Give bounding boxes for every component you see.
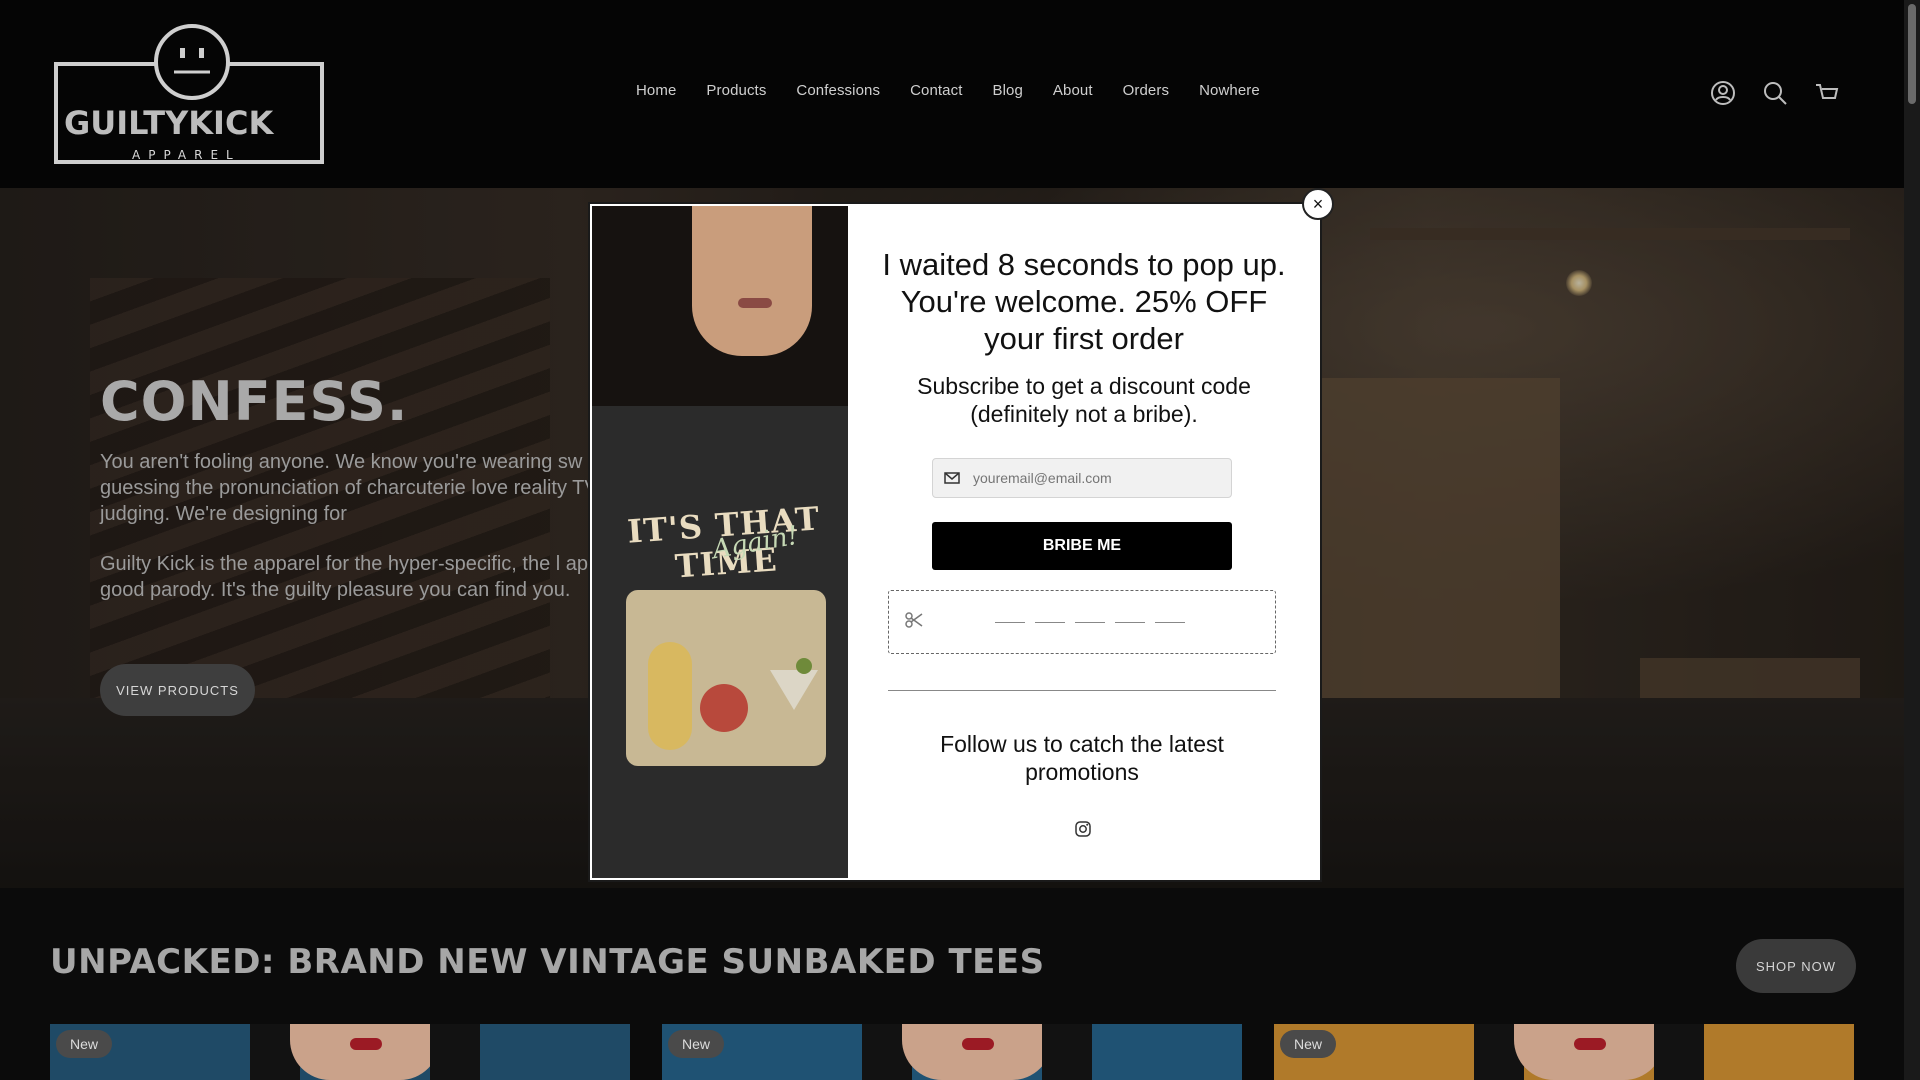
popup-divider [888,690,1276,691]
section-title: UNPACKED: BRAND NEW VINTAGE SUNBAKED TEE… [50,942,1045,982]
product-card[interactable]: New [50,1024,630,1080]
product-image-lips [350,1038,382,1050]
cart-icon[interactable] [1814,80,1840,106]
follow-text: Follow us to catch the latest promotions [940,731,1224,785]
new-badge: New [56,1030,113,1058]
product-image-lips [1574,1038,1606,1050]
popup-image: IT'S THAT TIME Again! [592,206,848,878]
nav-products[interactable]: Products [706,82,766,99]
logo[interactable]: GUILTYKICK APPAREL [52,16,328,168]
nav-nowhere[interactable]: Nowhere [1199,82,1260,99]
search-icon[interactable] [1762,80,1788,106]
scissors-icon [905,611,923,629]
product-card[interactable]: New [1274,1024,1854,1080]
popup-content: I waited 8 seconds to pop up. You're wel… [848,204,1320,880]
shop-now-button[interactable]: SHOP NOW [1736,939,1856,993]
page-scrollbar[interactable] [1904,0,1920,1080]
close-icon[interactable]: × [1302,188,1334,220]
new-badge: New [668,1030,725,1058]
nav-orders[interactable]: Orders [1123,82,1169,99]
nav-home[interactable]: Home [636,82,676,99]
product-image-lips [962,1038,994,1050]
model-face [692,206,812,356]
product-image-face [1514,1024,1664,1080]
product-image-face [902,1024,1052,1080]
subscribe-popup: IT'S THAT TIME Again! I waited 8 seconds… [588,202,1322,882]
product-image-face [290,1024,440,1080]
product-image-hair [430,1024,480,1080]
product-image-hair [1654,1024,1704,1080]
scrollbar-thumb[interactable] [1908,4,1916,104]
product-cards: New New New [50,1024,1854,1080]
logo-subtext: APPAREL [132,148,241,162]
nav-blog[interactable]: Blog [992,82,1022,99]
nav-contact[interactable]: Contact [910,82,962,99]
code-placeholder-dash [1155,622,1185,623]
instagram-icon[interactable] [1074,820,1092,838]
code-placeholder-dash [1115,622,1145,623]
code-placeholder-dash [1075,622,1105,623]
shirt-graphic-banana [648,642,692,750]
mail-icon [943,469,961,487]
code-placeholder-dash [1035,622,1065,623]
popup-subtitle: Subscribe to get a discount code (defini… [917,373,1251,427]
logo-text: GUILTYKICK [64,104,274,142]
shirt-graphic-olive [796,658,812,674]
product-card[interactable]: New [662,1024,1242,1080]
site-header: GUILTYKICK APPAREL Home Products Confess… [0,0,1904,188]
header-icons [1710,80,1840,106]
new-badge: New [1280,1030,1337,1058]
shirt-graphic-glass [770,670,818,710]
account-icon[interactable] [1710,80,1736,106]
model-lips [738,298,772,308]
shirt-graphic-tomato [700,684,748,732]
email-field[interactable] [932,458,1232,498]
main-nav: Home Products Confessions Contact Blog A… [636,82,1260,99]
code-placeholder-dash [995,622,1025,623]
email-input[interactable] [971,469,1215,487]
product-image-hair [1042,1024,1092,1080]
popup-heading: I waited 8 seconds to pop up. You're wel… [882,247,1286,356]
view-products-button[interactable]: VIEW PRODUCTS [100,664,255,716]
coupon-code-box [888,590,1276,654]
bribe-me-button[interactable]: BRIBE ME [932,522,1232,570]
nav-confessions[interactable]: Confessions [796,82,880,99]
nav-about[interactable]: About [1053,82,1093,99]
